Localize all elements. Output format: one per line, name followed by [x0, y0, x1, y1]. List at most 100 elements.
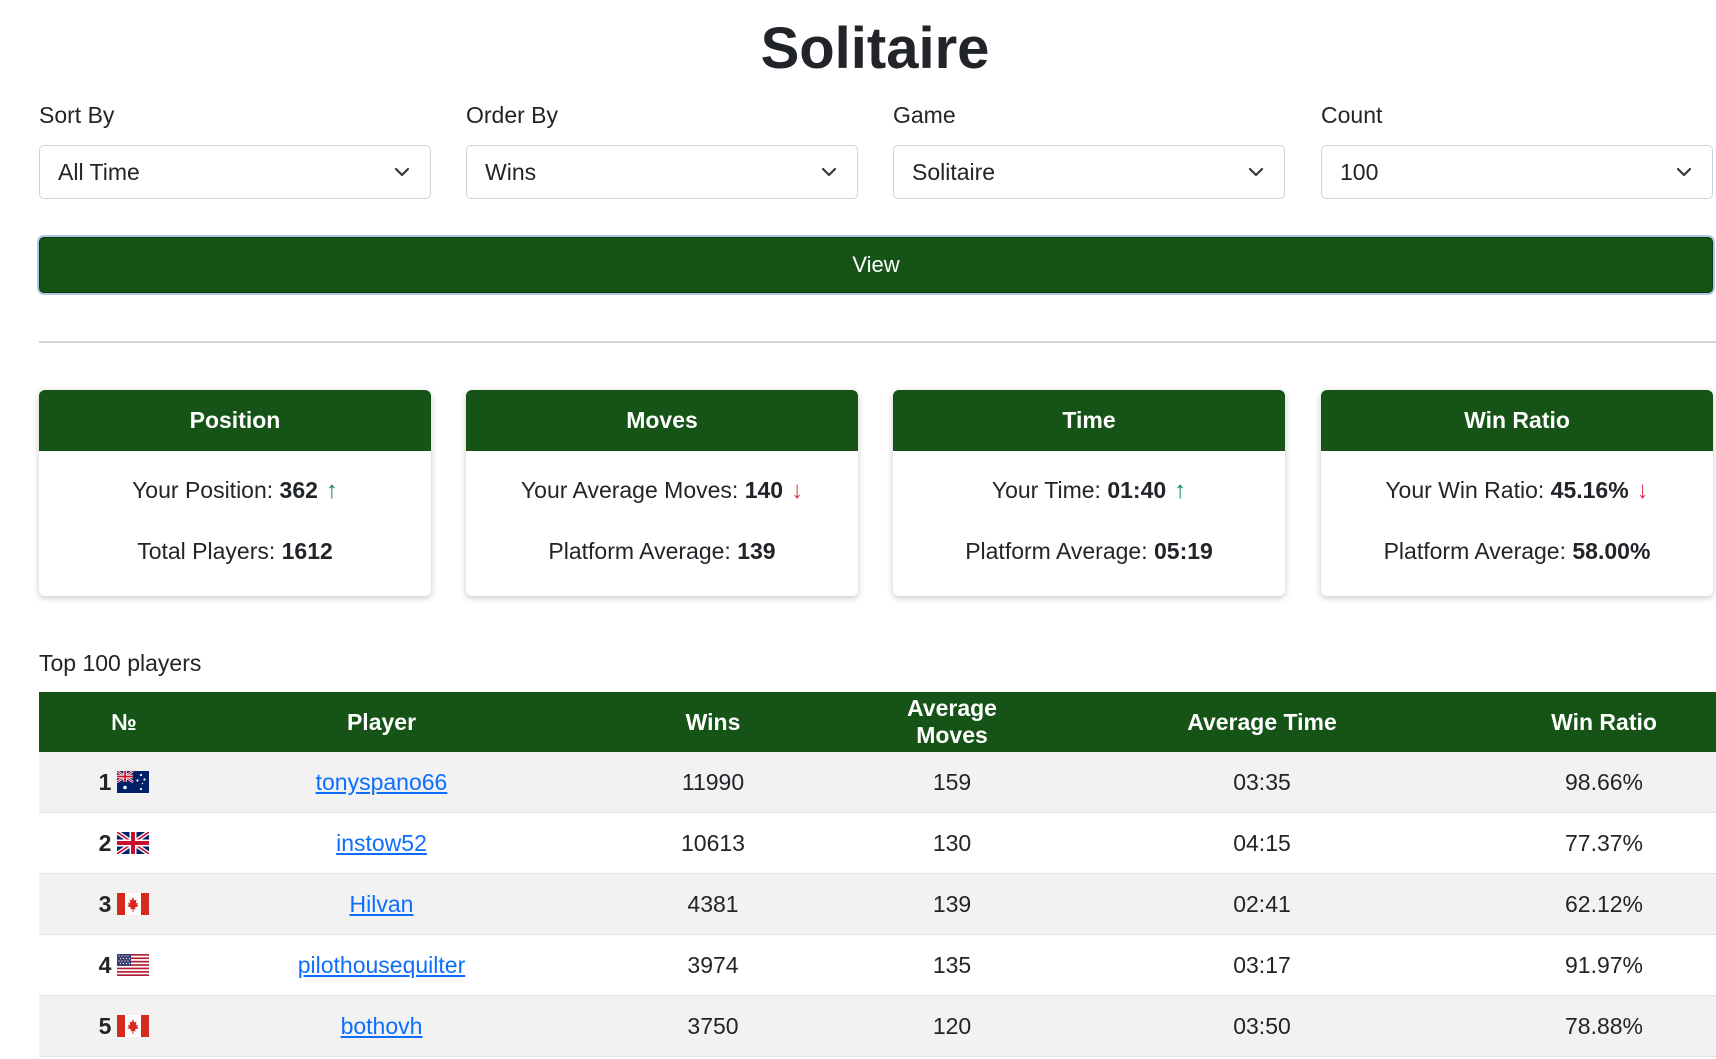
order-by-select[interactable]: Wins [466, 145, 858, 199]
sort-by-value: All Time [58, 158, 140, 185]
card-secondary-value: 58.00% [1572, 538, 1651, 564]
rank-number: 3 [98, 890, 112, 917]
average-moves-cell: 130 [872, 812, 1032, 874]
col-header-average-moves[interactable]: Average Moves [872, 692, 1032, 752]
table-caption: Top 100 players [39, 650, 202, 676]
order-by-value: Wins [485, 158, 537, 185]
player-cell: Hilvan [209, 873, 554, 935]
card-primary-label: Your Time: [991, 477, 1108, 503]
chevron-down-icon [394, 167, 410, 177]
table-row: 4 pilothousequilter 3974 135 03:17 91.97… [39, 934, 1716, 996]
average-time-cell: 03:17 [1032, 934, 1492, 996]
card-secondary-value: 139 [737, 538, 776, 564]
col-header-player[interactable]: Player [209, 692, 554, 752]
game-filter: Game Solitaire [893, 100, 1285, 199]
card-primary-label: Your Win Ratio: [1385, 477, 1551, 503]
chevron-down-icon [821, 167, 837, 177]
win-ratio-cell: 77.37% [1492, 812, 1716, 874]
player-link[interactable]: Hilvan [350, 891, 414, 917]
rank-cell: 3 [39, 873, 209, 935]
average-time-cell: 04:15 [1032, 812, 1492, 874]
count-value: 100 [1340, 158, 1379, 185]
player-cell: bothovh [209, 995, 554, 1057]
card-primary-value: 01:40 [1107, 477, 1167, 503]
win-ratio-cell: 91.97% [1492, 934, 1716, 996]
game-select[interactable]: Solitaire [893, 145, 1285, 199]
player-link[interactable]: bothovh [341, 1013, 423, 1039]
average-time-cell: 02:41 [1032, 873, 1492, 935]
united-kingdom-flag-icon [117, 832, 150, 854]
card-primary-line: Your Time: 01:40 ↑ [893, 475, 1285, 506]
rank-cell: 4 [39, 934, 209, 996]
card-title: Moves [466, 390, 858, 451]
game-label: Game [893, 102, 956, 128]
australia-flag-icon [117, 771, 150, 793]
card-secondary-value: 1612 [281, 538, 333, 564]
leaderboard-page: Solitaire Sort By All Time Order By Wins… [0, 0, 1716, 1059]
count-filter: Count 100 [1321, 100, 1713, 199]
card-title: Win Ratio [1321, 390, 1713, 451]
player-link[interactable]: tonyspano66 [316, 769, 448, 795]
average-moves-cell: 159 [872, 752, 1032, 813]
average-time-cell: 03:50 [1032, 995, 1492, 1057]
card-secondary-line: Platform Average: 05:19 [893, 536, 1285, 566]
wins-cell: 11990 [554, 752, 872, 813]
col-header-wins[interactable]: Wins [554, 692, 872, 752]
card-primary-line: Your Average Moves: 140 ↓ [466, 475, 858, 506]
sort-by-label: Sort By [39, 102, 115, 128]
win-ratio-cell: 98.66% [1492, 752, 1716, 813]
card-secondary-line: Platform Average: 58.00% [1321, 536, 1713, 566]
card-secondary-label: Platform Average: [1383, 538, 1573, 564]
chevron-down-icon [1676, 167, 1692, 177]
wins-cell: 10613 [554, 812, 872, 874]
average-time-cell: 03:35 [1032, 752, 1492, 813]
canada-flag-icon [117, 1015, 150, 1037]
trend-up-icon: ↑ [1174, 477, 1187, 504]
win-ratio-cell: 62.12% [1492, 873, 1716, 935]
sort-by-select[interactable]: All Time [39, 145, 431, 199]
trend-down-icon: ↓ [1636, 477, 1649, 504]
card-primary-label: Your Position: [132, 477, 280, 503]
card-primary-value: 362 [279, 477, 318, 503]
player-cell: tonyspano66 [209, 752, 554, 813]
average-moves-cell: 139 [872, 873, 1032, 935]
rank-cell: 2 [39, 812, 209, 874]
card-title: Position [39, 390, 431, 451]
wins-cell: 3750 [554, 995, 872, 1057]
col-header-rank[interactable]: № [39, 692, 209, 752]
wins-cell: 4381 [554, 873, 872, 935]
card-secondary-label: Platform Average: [965, 538, 1154, 564]
view-button[interactable]: View [39, 237, 1713, 293]
section-divider [39, 341, 1716, 343]
average-moves-cell: 120 [872, 995, 1032, 1057]
leaderboard-table: № Player Wins Average Moves Average Time… [39, 692, 1716, 1057]
rank-number: 2 [98, 829, 112, 856]
chevron-down-icon [1248, 167, 1264, 177]
card-primary-value: 140 [744, 477, 784, 503]
count-select[interactable]: 100 [1321, 145, 1713, 199]
count-label: Count [1321, 102, 1383, 128]
table-row: 2 instow52 10613 130 04:15 77.37% [39, 812, 1716, 874]
card-primary-label: Your Average Moves: [520, 477, 745, 503]
sort-by-filter: Sort By All Time [39, 100, 431, 199]
player-link[interactable]: instow52 [336, 830, 427, 856]
card-secondary-line: Total Players: 1612 [39, 536, 431, 566]
rank-cell: 5 [39, 995, 209, 1057]
rank-number: 5 [98, 1012, 112, 1039]
time-card: Time Your Time: 01:40 ↑ Platform Average:… [893, 390, 1285, 596]
order-by-label: Order By [466, 102, 559, 128]
player-cell: pilothousequilter [209, 934, 554, 996]
card-primary-line: Your Position: 362 ↑ [39, 475, 431, 506]
united-states-flag-icon [117, 954, 150, 976]
moves-card: Moves Your Average Moves: 140 ↓ Platform … [466, 390, 858, 596]
col-header-average-time[interactable]: Average Time [1032, 692, 1492, 752]
player-link[interactable]: pilothousequilter [298, 952, 466, 978]
game-value: Solitaire [912, 158, 996, 185]
card-secondary-label: Platform Average: [548, 538, 738, 564]
col-header-win-ratio[interactable]: Win Ratio [1492, 692, 1716, 752]
win-ratio-cell: 78.88% [1492, 995, 1716, 1057]
rank-number: 1 [98, 768, 112, 795]
player-cell: instow52 [209, 812, 554, 874]
average-moves-cell: 135 [872, 934, 1032, 996]
table-row: 5 bothovh 3750 120 03:50 78.88% [39, 995, 1716, 1057]
